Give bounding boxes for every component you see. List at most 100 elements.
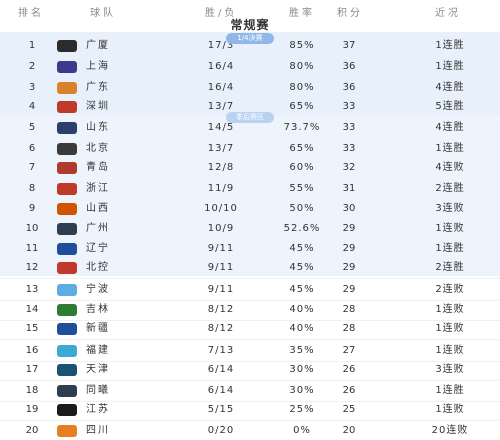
win-pct-cell: 25% xyxy=(289,404,315,415)
win-loss-cell: 12/8 xyxy=(207,162,235,173)
team-name: 上海 xyxy=(86,61,110,72)
table-row[interactable]: 17 天津 6/14 30% 26 3连败 xyxy=(0,359,500,381)
streak-cell: 20连败 xyxy=(431,425,469,436)
team-name: 广州 xyxy=(86,223,110,234)
streak-cell: 2连胜 xyxy=(435,262,465,273)
team-logo-icon xyxy=(57,345,77,357)
rank-cell: 12 xyxy=(25,262,39,273)
rank-cell: 7 xyxy=(28,162,36,173)
points-cell: 25 xyxy=(342,404,356,415)
team-logo-icon xyxy=(57,101,77,113)
points-cell: 29 xyxy=(342,223,356,234)
team-logo-icon xyxy=(57,425,77,437)
table-row[interactable]: 13 宁波 9/11 45% 29 2连败 xyxy=(0,279,500,301)
win-pct-cell: 55% xyxy=(289,183,315,194)
rank-cell: 19 xyxy=(25,404,39,415)
points-cell: 36 xyxy=(342,61,356,72)
win-pct-cell: 73.7% xyxy=(283,122,321,133)
win-pct-cell: 30% xyxy=(289,364,315,375)
streak-cell: 1连败 xyxy=(435,404,465,415)
team-logo-icon xyxy=(57,183,77,195)
table-row[interactable]: 19 江苏 5/15 25% 25 1连败 xyxy=(0,399,500,421)
rank-cell: 9 xyxy=(28,203,36,214)
win-pct-cell: 50% xyxy=(289,203,315,214)
table-row[interactable]: 15 新疆 8/12 40% 28 1连败 xyxy=(0,318,500,340)
points-cell: 37 xyxy=(342,40,356,51)
team-name: 深圳 xyxy=(86,101,110,112)
rank-cell: 20 xyxy=(25,425,39,436)
team-name: 四川 xyxy=(86,425,110,436)
streak-cell: 1连败 xyxy=(435,323,465,334)
streak-cell: 2连胜 xyxy=(435,183,465,194)
win-pct-cell: 45% xyxy=(289,284,315,295)
points-cell: 29 xyxy=(342,262,356,273)
team-name: 山西 xyxy=(86,203,110,214)
rank-cell: 17 xyxy=(25,364,39,375)
points-cell: 33 xyxy=(342,101,356,112)
streak-cell: 4连败 xyxy=(435,162,465,173)
team-name: 浙江 xyxy=(86,183,110,194)
rank-cell: 8 xyxy=(28,183,36,194)
win-loss-cell: 9/11 xyxy=(207,284,235,295)
win-pct-cell: 85% xyxy=(289,40,315,51)
win-pct-cell: 45% xyxy=(289,262,315,273)
streak-cell: 3连败 xyxy=(435,203,465,214)
team-logo-icon xyxy=(57,364,77,376)
points-cell: 26 xyxy=(342,364,356,375)
team-logo-icon xyxy=(57,262,77,274)
rank-cell: 1 xyxy=(28,40,36,51)
rank-cell: 13 xyxy=(25,284,39,295)
table-row[interactable]: 10 广州 10/9 52.6% 29 1连败 xyxy=(0,218,500,240)
streak-cell: 1连胜 xyxy=(435,61,465,72)
streak-cell: 1连胜 xyxy=(435,40,465,51)
win-pct-cell: 60% xyxy=(289,162,315,173)
team-logo-icon xyxy=(57,122,77,134)
table-row[interactable]: 20 四川 0/20 0% 20 20连败 xyxy=(0,420,500,440)
team-name: 新疆 xyxy=(86,323,110,334)
team-name: 青岛 xyxy=(86,162,110,173)
season-label: 常规赛 xyxy=(230,18,270,32)
win-loss-cell: 9/11 xyxy=(207,262,235,273)
streak-cell: 4连胜 xyxy=(435,122,465,133)
win-loss-cell: 16/4 xyxy=(207,61,235,72)
win-pct-cell: 52.6% xyxy=(283,223,321,234)
table-row[interactable]: 8 浙江 11/9 55% 31 2连胜 xyxy=(0,178,500,200)
win-loss-cell: 5/15 xyxy=(207,404,235,415)
team-name: 广厦 xyxy=(86,40,110,51)
rank-cell: 15 xyxy=(25,323,39,334)
win-loss-cell: 10/9 xyxy=(207,223,235,234)
table-row[interactable]: 12 北控 9/11 45% 29 2连胜 xyxy=(0,257,500,279)
win-pct-cell: 40% xyxy=(289,323,315,334)
team-logo-icon xyxy=(57,162,77,174)
points-cell: 28 xyxy=(342,323,356,334)
table-row[interactable]: 7 青岛 12/8 60% 32 4连败 xyxy=(0,157,500,179)
points-cell: 31 xyxy=(342,183,356,194)
win-loss-cell: 10/10 xyxy=(204,203,238,214)
points-cell: 32 xyxy=(342,162,356,173)
team-name: 北控 xyxy=(86,262,110,273)
win-loss-cell: 8/12 xyxy=(207,323,235,334)
team-logo-icon xyxy=(57,203,77,215)
team-logo-icon xyxy=(57,323,77,335)
table-row[interactable]: 9 山西 10/10 50% 30 3连败 xyxy=(0,198,500,220)
streak-cell: 2连败 xyxy=(435,284,465,295)
team-name: 山东 xyxy=(86,122,110,133)
streak-cell: 1连败 xyxy=(435,223,465,234)
team-logo-icon xyxy=(57,61,77,73)
quarterfinal-badge: 1/4决赛 xyxy=(226,33,274,44)
team-name: 江苏 xyxy=(86,404,110,415)
rank-cell: 5 xyxy=(28,122,36,133)
team-logo-icon xyxy=(57,82,77,94)
team-logo-icon xyxy=(57,143,77,155)
points-cell: 33 xyxy=(342,122,356,133)
team-logo-icon xyxy=(57,284,77,296)
win-loss-cell: 0/20 xyxy=(207,425,235,436)
table-row[interactable]: 2 上海 16/4 80% 36 1连胜 xyxy=(0,56,500,78)
team-logo-icon xyxy=(57,40,77,52)
team-logo-icon xyxy=(57,223,77,235)
win-pct-cell: 65% xyxy=(289,101,315,112)
win-pct-cell: 80% xyxy=(289,61,315,72)
points-cell: 30 xyxy=(342,203,356,214)
win-loss-cell: 11/9 xyxy=(207,183,235,194)
streak-cell: 3连败 xyxy=(435,364,465,375)
